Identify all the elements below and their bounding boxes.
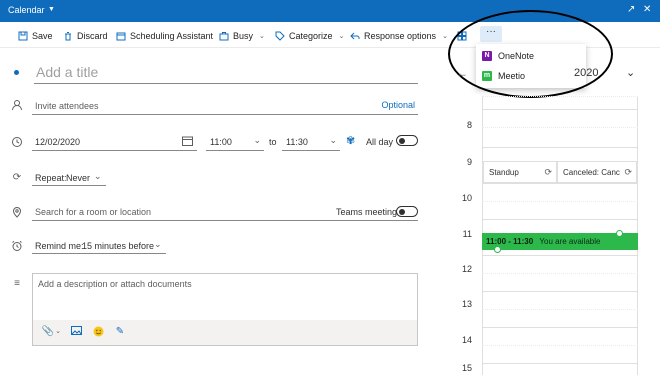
app-title: Calendar [8,5,45,15]
clock-icon [11,136,23,148]
start-time-value: 11:00 [210,137,232,147]
hour-label: 8 [466,120,472,130]
categorize-label: Categorize [289,31,333,41]
calendar-date-header: 2020 [574,67,599,79]
chevron-down-icon: ⌄ [329,135,337,145]
format-painter-icon[interactable]: ✎ [113,326,127,338]
hour-label: 10 [461,193,472,203]
attendees-field[interactable]: Invite attendees Optional [32,96,418,115]
location-input[interactable]: Search for a room or location [35,207,151,217]
close-icon[interactable]: ✕ [643,4,651,15]
response-options-label: Response options [364,31,437,41]
remind-label: Remind me: [35,241,84,251]
hour-label: 14 [461,335,472,345]
response-options-dropdown[interactable]: Response options ⌄ [350,28,448,44]
timezone-globe-icon[interactable]: ✾ [346,134,355,147]
save-icon [18,31,28,41]
chevron-down-icon[interactable]: ▼ [48,6,55,13]
availability-status: You are available [539,237,601,246]
description-toolbar: 📎 ⌄ ✎ [33,320,417,345]
categorize-dropdown[interactable]: Categorize ⌄ [275,28,344,44]
title-input[interactable]: Add a title [34,62,418,84]
alarm-clock-icon [11,240,23,252]
hour-label: 12 [461,264,472,274]
all-day-label: All day [366,137,394,147]
attendees-input[interactable]: Invite attendees [35,101,99,111]
repeat-label: Repeat: [35,173,67,183]
teams-meeting-toggle[interactable] [396,206,418,217]
briefcase-icon [219,32,229,41]
description-lines-icon: ≡ [14,278,20,289]
remind-value: 15 minutes before [82,241,155,251]
reply-icon [350,32,360,40]
recurring-icon: ⟳ [624,167,632,177]
chevron-down-icon: ⌄ [338,33,345,40]
chevron-down-icon: ⌄ [442,33,448,40]
new-event-block[interactable]: 11:00 - 11:30 You are available [482,233,638,250]
scheduling-assistant-button[interactable]: Scheduling Assistant [116,28,213,44]
optional-attendees-link[interactable]: Optional [381,100,415,110]
chevron-down-icon: ⌄ [253,135,261,145]
repeat-dropdown[interactable]: Repeat: Never ⌄ [32,169,106,186]
chevron-down-icon[interactable]: ⌄ [51,326,65,338]
chevron-down-icon: ⌄ [94,171,102,181]
date-field[interactable]: 12/02/2020 [32,132,197,151]
end-time-value: 11:30 [286,137,308,147]
teams-meeting-label: Teams meeting [336,207,398,217]
save-label: Save [32,31,53,41]
all-day-toggle[interactable] [396,135,418,146]
person-icon [11,99,23,111]
save-button[interactable]: Save [18,28,53,44]
hour-label: 11 [462,229,472,239]
hour-label: 9 [466,157,472,167]
event-title: Canceled: Canc [563,168,620,177]
location-field[interactable]: Search for a room or location Teams meet… [32,202,418,221]
calendar-event[interactable]: Standup ⟳ [483,161,557,183]
description-input[interactable]: Add a description or attach documents [38,279,192,289]
chevron-down-icon: ⌄ [259,33,265,40]
event-title: Standup [489,168,519,177]
to-label: to [269,137,277,147]
chevron-down-icon[interactable]: ⌄ [626,66,635,79]
pop-out-icon[interactable]: ↗ [627,4,635,15]
busy-label: Busy [233,31,254,41]
repeat-icon: ⟳ [12,172,22,183]
chevron-down-icon: ⌄ [154,239,162,249]
discard-label: Discard [77,31,108,41]
description-editor[interactable]: Add a description or attach documents 📎 … [32,273,418,346]
start-time-field[interactable]: 11:00 ⌄ [206,132,264,151]
busy-dropdown[interactable]: Busy ⌄ [219,28,265,44]
title-dot-icon [14,70,19,75]
image-icon[interactable] [69,326,83,338]
calendar-edit-icon [116,32,126,41]
discard-button[interactable]: Discard [63,28,108,44]
calendar-icon[interactable] [182,136,193,146]
tag-icon [275,31,285,41]
trash-icon [65,32,71,41]
end-time-field[interactable]: 11:30 ⌄ [282,132,340,151]
repeat-value: Never [66,173,91,183]
annotation-circle [448,10,613,98]
calendar-event[interactable]: Canceled: Canc ⟳ [557,161,637,183]
recurring-icon: ⟳ [544,167,552,177]
emoji-icon[interactable] [91,326,105,338]
reminder-dropdown[interactable]: Remind me: 15 minutes before ⌄ [32,237,166,254]
new-event-time: 11:00 - 11:30 [486,237,534,246]
hour-label: 15 [461,363,472,373]
resize-handle-top[interactable] [616,230,623,237]
resize-handle-bottom[interactable] [494,246,501,253]
date-value: 12/02/2020 [35,137,81,147]
scheduling-assistant-label: Scheduling Assistant [130,31,214,41]
back-arrow-icon[interactable]: ← [456,66,468,80]
location-pin-icon [11,206,23,218]
hour-label: 13 [461,299,472,309]
